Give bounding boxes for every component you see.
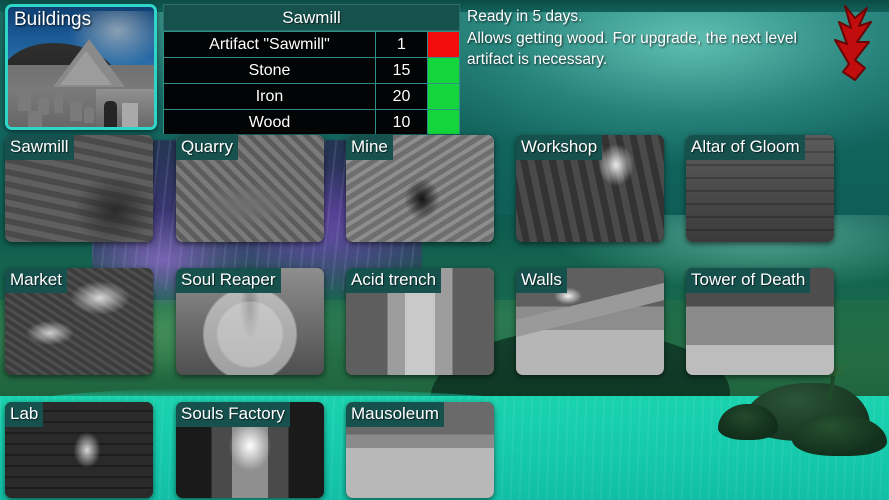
status-swatch-unmet bbox=[428, 32, 459, 57]
building-info-panel: Sawmill Artifact "Sawmill" 1 Stone 15 Iron 20… bbox=[163, 4, 460, 134]
building-tile-tower-of-death[interactable]: Tower of Death bbox=[686, 268, 834, 375]
requirement-status-indicator bbox=[427, 31, 460, 58]
building-tile-market[interactable]: Market bbox=[5, 268, 153, 375]
requirement-row: Iron 20 bbox=[163, 83, 460, 110]
status-swatch-met bbox=[428, 84, 459, 109]
requirement-amount: 15 bbox=[375, 57, 428, 84]
requirement-status-indicator bbox=[427, 83, 460, 110]
build-status-text: Ready in 5 days. Allows getting wood. Fo… bbox=[467, 6, 867, 71]
building-tile-label: Workshop bbox=[516, 135, 603, 160]
building-tile-label: Mausoleum bbox=[346, 402, 444, 427]
building-tile-label: Lab bbox=[5, 402, 44, 427]
building-tile-label: Walls bbox=[516, 268, 567, 293]
buildings-tile-label: Buildings bbox=[14, 9, 92, 30]
building-tile-mausoleum[interactable]: Mausoleum bbox=[346, 402, 494, 498]
requirement-name: Iron bbox=[163, 83, 376, 110]
info-panel-title: Sawmill bbox=[163, 4, 460, 31]
requirement-status-indicator bbox=[427, 109, 460, 134]
requirement-row: Stone 15 bbox=[163, 57, 460, 84]
requirement-amount: 20 bbox=[375, 83, 428, 110]
building-tile-label: Mine bbox=[346, 135, 393, 160]
building-tile-label: Souls Factory bbox=[176, 402, 290, 427]
building-tile-label: Altar of Gloom bbox=[686, 135, 805, 160]
status-line-description-cont: artifact is necessary. bbox=[467, 51, 608, 68]
status-line-ready: Ready in 5 days. bbox=[467, 8, 583, 25]
building-tile-walls[interactable]: Walls bbox=[516, 268, 664, 375]
building-tile-label: Sawmill bbox=[5, 135, 74, 160]
requirements-table: Artifact "Sawmill" 1 Stone 15 Iron 20 Wood 10 bbox=[163, 31, 460, 134]
building-tile-label: Quarry bbox=[176, 135, 238, 160]
building-tile-label: Tower of Death bbox=[686, 268, 811, 293]
requirement-name: Stone bbox=[163, 57, 376, 84]
buildings-menu-tile[interactable]: Buildings bbox=[5, 4, 157, 130]
requirement-row: Artifact "Sawmill" 1 bbox=[163, 31, 460, 58]
building-tile-workshop[interactable]: Workshop bbox=[516, 135, 664, 242]
requirement-name: Artifact "Sawmill" bbox=[163, 31, 376, 58]
building-tile-soul-reaper[interactable]: Soul Reaper bbox=[176, 268, 324, 375]
status-swatch-met bbox=[428, 110, 459, 134]
building-tile-label: Acid trench bbox=[346, 268, 442, 293]
status-swatch-met bbox=[428, 58, 459, 83]
requirement-row: Wood 10 bbox=[163, 109, 460, 134]
requirement-amount: 1 bbox=[375, 31, 428, 58]
building-tile-lab[interactable]: Lab bbox=[5, 402, 153, 498]
building-tile-sawmill[interactable]: Sawmill bbox=[5, 135, 153, 242]
requirement-amount: 10 bbox=[375, 109, 428, 134]
requirement-status-indicator bbox=[427, 57, 460, 84]
requirement-name: Wood bbox=[163, 109, 376, 134]
building-tile-altar-of-gloom[interactable]: Altar of Gloom bbox=[686, 135, 834, 242]
building-tile-souls-factory[interactable]: Souls Factory bbox=[176, 402, 324, 498]
status-line-description: Allows getting wood. For upgrade, the ne… bbox=[467, 29, 797, 47]
building-tile-acid-trench[interactable]: Acid trench bbox=[346, 268, 494, 375]
building-tile-quarry[interactable]: Quarry bbox=[176, 135, 324, 242]
building-tile-label: Soul Reaper bbox=[176, 268, 281, 293]
building-tile-label: Market bbox=[5, 268, 67, 293]
building-tile-mine[interactable]: Mine bbox=[346, 135, 494, 242]
